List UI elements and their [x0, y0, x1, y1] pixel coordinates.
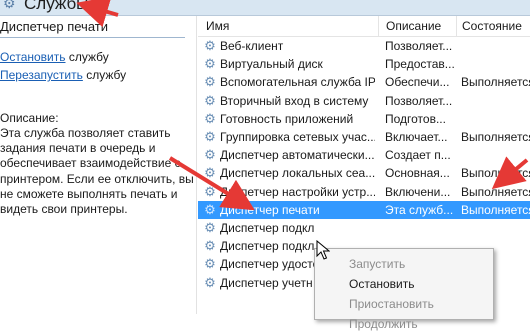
service-row[interactable]: ⚙ Диспетчер подкл: [198, 219, 530, 237]
service-description: Позволяет...: [385, 39, 453, 53]
gear-icon: ⚙: [204, 238, 216, 254]
service-row[interactable]: ⚙ Вторичный вход в систему Позволяет...: [198, 92, 530, 110]
column-state[interactable]: Состояние: [462, 19, 522, 33]
gear-icon: ⚙: [3, 0, 16, 11]
service-row[interactable]: ⚙ Готовность приложений Подготов...: [198, 110, 530, 128]
service-name: Диспетчер печати: [220, 202, 320, 217]
service-row[interactable]: ⚙ Виртуальный диск Предостав...: [198, 55, 530, 73]
selected-service-name: Диспетчер печати: [0, 19, 108, 34]
column-header-row: Имя Описание Состояние: [198, 16, 530, 37]
gear-icon: ⚙: [204, 74, 216, 90]
window-title: Службы: [24, 0, 89, 13]
service-name: Диспетчер автоматически...: [220, 148, 375, 163]
gear-icon: ⚙: [204, 38, 216, 53]
service-state: Выполняется: [461, 130, 530, 144]
window-title-bar: ⚙ Службы: [0, 0, 530, 16]
gear-icon: ⚙: [204, 129, 216, 144]
service-description: Эта служб...: [385, 202, 454, 217]
service-description: Подготов...: [385, 111, 446, 126]
service-name: Вспомогательная служба IP: [220, 75, 375, 90]
service-state: Выполняется: [461, 166, 530, 181]
stop-service-link[interactable]: Остановить: [0, 50, 66, 64]
service-description: Основная...: [385, 166, 450, 181]
stop-service-suffix: службу: [65, 50, 109, 64]
gear-icon: ⚙: [204, 220, 216, 235]
menu-item-stop[interactable]: Остановить: [349, 277, 415, 291]
description-text: Эта служба позволяет ставить задания печ…: [0, 126, 194, 217]
description-title: Описание:: [0, 111, 59, 125]
service-description: Обеспечи...: [385, 75, 450, 90]
column-divider[interactable]: [456, 16, 457, 36]
service-row[interactable]: ⚙ Диспетчер автоматически... Создает п...: [198, 146, 530, 164]
service-state: Выполняется: [461, 75, 530, 90]
restart-service-link[interactable]: Перезапустить: [0, 68, 83, 82]
details-separator: [0, 37, 185, 38]
service-name: Диспетчер подкл: [220, 221, 315, 235]
menu-item-start[interactable]: Запустить: [349, 257, 405, 271]
service-name: Группировка сетевых учас...: [220, 130, 375, 144]
gear-icon: ⚙: [204, 56, 216, 72]
gear-icon: ⚙: [204, 92, 216, 108]
column-divider[interactable]: [378, 16, 379, 36]
gear-icon: ⚙: [204, 110, 216, 126]
service-state: Выполняется: [461, 202, 530, 217]
gear-icon: ⚙: [204, 201, 216, 217]
service-details-pane: Диспетчер печати Остановить службу Перез…: [0, 16, 197, 314]
service-description: Предостав...: [385, 57, 454, 72]
service-row[interactable]: ⚙ Диспетчер локальных сеа... Основная... Вы…: [198, 164, 530, 182]
service-row[interactable]: ⚙ Диспетчер настройки устр... Включени... В…: [198, 183, 530, 201]
gear-icon: ⚙: [204, 256, 216, 272]
stop-service-line: Остановить службу: [0, 50, 109, 64]
gear-icon: ⚙: [204, 165, 216, 181]
service-description: Создает п...: [385, 148, 451, 163]
gear-icon: ⚙: [204, 274, 216, 290]
service-name: Виртуальный диск: [220, 57, 323, 72]
service-description: Включени...: [385, 184, 451, 199]
service-name: Диспетчер локальных сеа...: [220, 166, 375, 181]
service-row[interactable]: ⚙ Группировка сетевых учас... Включает... В…: [198, 128, 530, 146]
service-row[interactable]: ⚙ Веб-клиент Позволяет...: [198, 37, 530, 55]
service-row[interactable]: ⚙ Вспомогательная служба IP Обеспечи... Вып…: [198, 73, 530, 91]
menu-item-resume[interactable]: Продолжить: [349, 317, 418, 331]
service-state: Выполняется: [461, 184, 530, 199]
gear-icon: ⚙: [204, 183, 216, 199]
service-description: Включает...: [385, 130, 448, 144]
mouse-cursor-icon: [316, 240, 330, 260]
context-menu: Запустить Остановить Приостановить Продо…: [314, 248, 494, 331]
service-name: Веб-клиент: [220, 39, 284, 53]
service-name: Диспетчер настройки устр...: [220, 184, 375, 199]
service-description: Позволяет...: [385, 93, 453, 108]
gear-icon: ⚙: [204, 147, 216, 163]
column-name[interactable]: Имя: [206, 19, 229, 33]
column-description[interactable]: Описание: [386, 19, 441, 33]
restart-service-suffix: службу: [82, 68, 127, 82]
service-row[interactable]: ⚙ Диспетчер печати Эта служб... Выполняется: [198, 200, 530, 219]
service-name: Готовность приложений: [220, 111, 354, 126]
service-name: Вторичный вход в систему: [220, 93, 369, 108]
menu-item-pause[interactable]: Приостановить: [349, 297, 434, 311]
restart-service-line: Перезапустить службу: [0, 68, 126, 82]
